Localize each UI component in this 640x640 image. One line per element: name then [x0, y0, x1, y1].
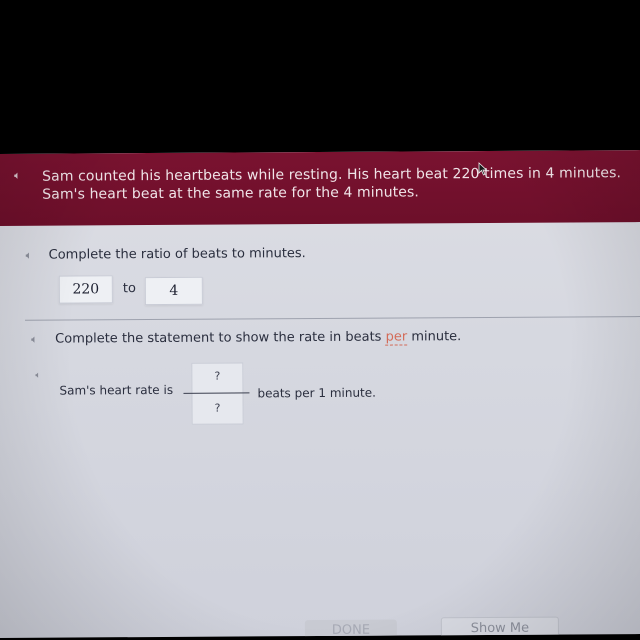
question-1-prompt: Complete the ratio of beats to minutes.	[48, 246, 306, 263]
statement-prefix: Sam's heart rate is	[59, 382, 174, 398]
speaker-icon[interactable]: 🔈︎	[35, 371, 40, 381]
speaker-icon[interactable]: 🔈︎	[26, 249, 33, 262]
statement-suffix: beats per 1 minute.	[257, 385, 376, 401]
question-2-prompt-start: Complete the statement to show the rate …	[55, 329, 386, 347]
minutes-input[interactable]: 4	[144, 276, 203, 306]
problem-line-1: Sam counted his heartbeats while resting…	[42, 165, 622, 185]
per-vocab-link[interactable]: per	[385, 329, 408, 346]
done-button[interactable]: DONE	[304, 619, 397, 638]
section-divider	[25, 316, 640, 321]
beats-input[interactable]: 220	[58, 275, 113, 304]
mouse-pointer-icon	[478, 162, 488, 176]
numerator-input[interactable]: ?	[192, 369, 242, 383]
problem-statement: Sam counted his heartbeats while resting…	[42, 164, 632, 204]
speaker-icon[interactable]: 🔈︎	[31, 333, 38, 346]
speaker-icon[interactable]: 🔈︎	[14, 169, 21, 182]
show-me-button[interactable]: Show Me	[440, 616, 559, 638]
problem-header: 🔈︎ Sam counted his heartbeats while rest…	[0, 150, 640, 226]
screen: 🔈︎ Sam counted his heartbeats while rest…	[0, 0, 640, 640]
problem-line-2: Sam's heart beat at the same rate for th…	[42, 184, 419, 203]
denominator-input[interactable]: ?	[193, 401, 243, 415]
question-area: 🔈︎ Complete the ratio of beats to minute…	[0, 222, 640, 638]
ratio-to-label: to	[122, 281, 136, 297]
question-2-prompt-end: minute.	[407, 329, 462, 345]
app-window: 🔈︎ Sam counted his heartbeats while rest…	[0, 150, 640, 638]
question-2-prompt: Complete the statement to show the rate …	[55, 329, 461, 346]
